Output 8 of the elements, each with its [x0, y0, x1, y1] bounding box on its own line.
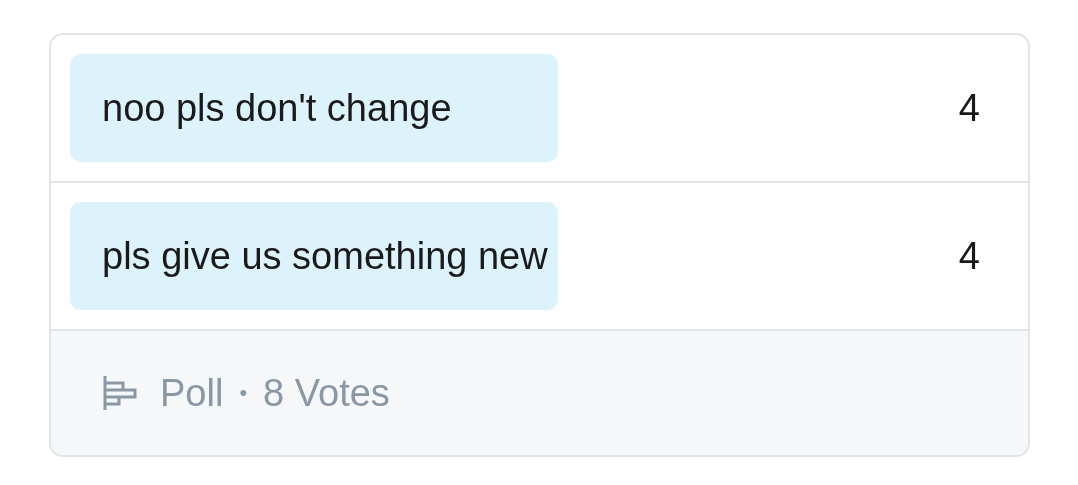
vote-total: 8 Votes	[263, 371, 390, 415]
bar-chart-icon	[102, 374, 140, 412]
poll-type-label: Poll	[160, 371, 224, 415]
separator-dot: •	[239, 380, 248, 406]
vote-count: 4	[958, 234, 980, 278]
option-label: noo pls don't change	[102, 86, 453, 130]
option-label: pls give us something new	[102, 234, 549, 278]
vote-count: 4	[958, 86, 980, 130]
